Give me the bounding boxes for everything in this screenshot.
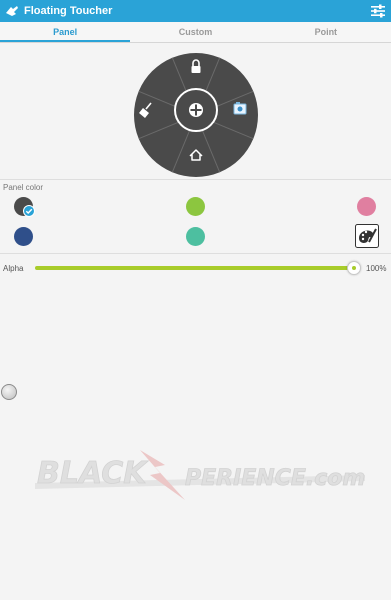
settings-sliders-icon[interactable] (370, 3, 386, 19)
color-swatch-green[interactable] (186, 197, 205, 216)
app-title: Floating Toucher (24, 5, 113, 17)
tab-custom[interactable]: Custom (130, 22, 260, 42)
watermark-logo: BLACK PERIENCE.com (35, 450, 366, 500)
alpha-label: Alpha (3, 264, 24, 273)
alpha-slider-track[interactable] (35, 266, 355, 270)
color-swatch-navy[interactable] (14, 227, 33, 246)
color-swatch-dark-gray[interactable] (14, 197, 35, 217)
center-menu-icon[interactable] (189, 103, 203, 117)
palette-icon[interactable] (355, 224, 379, 248)
alpha-value: 100% (366, 264, 387, 273)
color-swatch-teal[interactable] (186, 227, 205, 246)
color-swatch-pink[interactable] (357, 197, 376, 216)
tab-panel[interactable]: Panel (0, 22, 131, 42)
check-icon (23, 205, 35, 217)
svg-text:BLACK: BLACK (37, 456, 149, 491)
floating-touch-ball[interactable] (1, 384, 17, 400)
panel-color-label: Panel color (3, 183, 44, 192)
alpha-slider-thumb[interactable] (347, 261, 361, 275)
svg-text:PERIENCE.com: PERIENCE.com (185, 466, 365, 491)
tab-point[interactable]: Point (261, 22, 391, 42)
divider (0, 179, 391, 180)
panel-preview (133, 52, 259, 178)
title-bar: Floating Toucher (0, 0, 391, 22)
divider (0, 253, 391, 254)
screenshot-icon[interactable] (233, 102, 247, 115)
app-hand-icon (6, 6, 18, 16)
tab-bar: Panel Custom Point (0, 22, 391, 43)
